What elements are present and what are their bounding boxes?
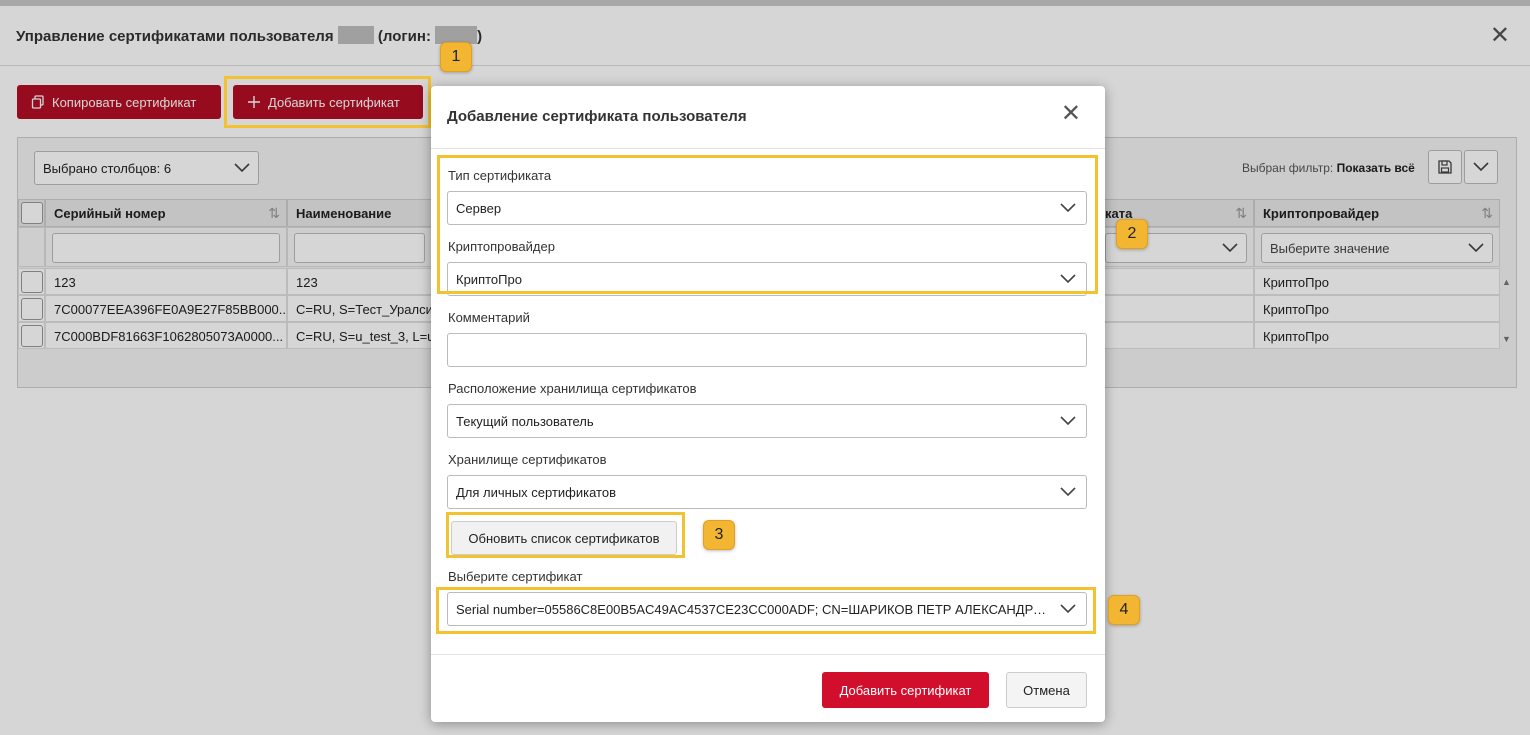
scroll-up-icon[interactable]: ▲: [1502, 277, 1511, 287]
store-select[interactable]: Для личных сертификатов: [447, 475, 1087, 509]
select-cert-label: Выберите сертификат: [448, 569, 583, 584]
save-view-button[interactable]: [1428, 150, 1462, 184]
window-header: Управление сертификатами пользователя (л…: [0, 6, 1530, 66]
filter-cell-provider: Выберите значение: [1254, 227, 1500, 267]
chevron-down-icon: [1468, 243, 1484, 253]
redacted-username: [337, 26, 374, 44]
refresh-certificates-button[interactable]: Обновить список сертификатов: [451, 521, 677, 555]
filter-cell-serial: [45, 227, 287, 267]
chevron-down-icon: [1473, 162, 1489, 172]
select-all-checkbox[interactable]: [21, 202, 43, 224]
step-badge-3: 3: [703, 520, 735, 550]
row-checkbox[interactable]: [21, 271, 43, 293]
save-icon: [1438, 160, 1452, 174]
chevron-down-icon: [1060, 416, 1076, 426]
certificate-select[interactable]: Serial number=05586C8E00B5AC49AC4537CE23…: [447, 592, 1087, 626]
divider: [431, 148, 1105, 149]
submit-add-certificate-button[interactable]: Добавить сертификат: [822, 672, 989, 708]
table-row[interactable]: [1104, 295, 1254, 322]
row-checkbox-cell: [18, 268, 45, 295]
copy-certificate-button[interactable]: Копировать сертификат: [17, 85, 221, 119]
table-row[interactable]: [1104, 322, 1254, 349]
divider: [431, 654, 1105, 655]
add-certificate-dialog: Добавление сертификата пользователя ✕ Ти…: [431, 86, 1105, 722]
serial-filter-input[interactable]: [52, 233, 280, 263]
table-row[interactable]: C=RU, S=Тест_Уралси: [287, 295, 432, 322]
table-row[interactable]: 7C000BDF81663F1062805073A0000...: [45, 322, 287, 349]
comment-input[interactable]: [447, 333, 1087, 367]
provider-select[interactable]: КриптоПро: [447, 262, 1087, 296]
dialog-title: Добавление сертификата пользователя: [447, 108, 747, 125]
column-header-name[interactable]: Наименование: [287, 199, 432, 227]
provider-label: Криптопровайдер: [448, 239, 555, 254]
cert-type-label: Тип сертификата: [448, 168, 552, 183]
step-badge-2: 2: [1116, 219, 1148, 249]
step-badge-4: 4: [1108, 595, 1140, 625]
store-location-label: Расположение хранилища сертификатов: [448, 381, 697, 396]
table-row[interactable]: КриптоПро: [1254, 268, 1500, 295]
chevron-down-icon: [1222, 243, 1238, 253]
chevron-down-icon: [1060, 274, 1076, 284]
row-checkbox-cell: [18, 295, 45, 322]
row-checkbox[interactable]: [21, 325, 43, 347]
sort-icon[interactable]: ⇅: [1481, 205, 1493, 222]
table-row[interactable]: КриптоПро: [1254, 322, 1500, 349]
plus-icon: [248, 96, 260, 108]
scroll-down-icon[interactable]: ▼: [1502, 334, 1511, 344]
table-row[interactable]: 123: [287, 268, 432, 295]
comment-label: Комментарий: [448, 310, 530, 325]
window-title: Управление сертификатами пользователя (л…: [16, 26, 483, 45]
chevron-down-icon: [1060, 604, 1076, 614]
window-close-icon[interactable]: ✕: [1490, 24, 1510, 48]
columns-selector[interactable]: Выбрано столбцов: 6: [34, 151, 259, 185]
sort-icon[interactable]: ⇅: [268, 205, 280, 222]
column-header-provider[interactable]: Криптопровайдер ⇅: [1254, 199, 1500, 227]
column-header-serial[interactable]: Серийный номер ⇅: [45, 199, 287, 227]
step-badge-1: 1: [440, 42, 472, 72]
dialog-close-icon[interactable]: ✕: [1061, 102, 1081, 126]
cancel-button[interactable]: Отмена: [1006, 672, 1087, 708]
filter-cell-name: [287, 227, 432, 267]
chevron-down-icon: [1060, 203, 1076, 213]
view-options-dropdown[interactable]: [1464, 150, 1498, 184]
name-filter-input[interactable]: [294, 233, 425, 263]
chevron-down-icon: [234, 163, 250, 173]
header-select-all-cell: [18, 199, 45, 227]
row-checkbox[interactable]: [21, 298, 43, 320]
copy-icon: [31, 95, 44, 109]
table-row[interactable]: [1104, 268, 1254, 295]
table-row[interactable]: 123: [45, 268, 287, 295]
sort-icon[interactable]: ⇅: [1235, 205, 1247, 222]
cert-type-select[interactable]: Сервер: [447, 191, 1087, 225]
filter-row-spacer: [18, 227, 45, 267]
table-row[interactable]: C=RU, S=u_test_3, L=u: [287, 322, 432, 349]
row-checkbox-cell: [18, 322, 45, 349]
provider-filter-select[interactable]: Выберите значение: [1261, 233, 1493, 263]
chevron-down-icon: [1060, 487, 1076, 497]
table-row[interactable]: КриптоПро: [1254, 295, 1500, 322]
table-row[interactable]: 7C00077EEA396FE0A9E27F85BB000...: [45, 295, 287, 322]
store-label: Хранилище сертификатов: [448, 452, 607, 467]
add-certificate-button[interactable]: Добавить сертификат: [233, 85, 423, 119]
filter-info: Выбран фильтр: Показать всё: [1242, 161, 1415, 175]
store-location-select[interactable]: Текущий пользователь: [447, 404, 1087, 438]
